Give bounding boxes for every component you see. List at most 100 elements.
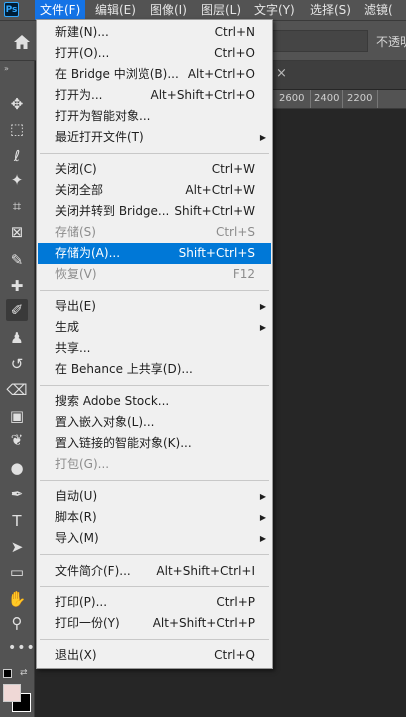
swap-colors-icon[interactable]: ⇄ — [20, 668, 28, 678]
menu-item-label: 在 Bridge 中浏览(B)... — [55, 67, 179, 81]
menu-item-label: 打开为智能对象... — [55, 109, 151, 123]
menu-item-label: 导入(M) — [55, 531, 99, 545]
brush-mode-dropdown[interactable] — [268, 30, 368, 52]
menu-item-save-as[interactable]: 存储为(A)... Shift+Ctrl+S — [38, 243, 271, 264]
menu-layer[interactable]: 图层(L) — [196, 0, 246, 20]
menu-item-label: 存储为(A)... — [55, 246, 121, 260]
menu-item-package: 打包(G)... — [38, 454, 271, 475]
menu-filter[interactable]: 滤镜( — [359, 0, 398, 20]
menu-item-share-on-behance[interactable]: 在 Behance 上共享(D)... — [38, 359, 271, 380]
menu-item-label: 自动(U) — [55, 489, 98, 503]
menu-item-shortcut: Ctrl+W — [211, 162, 255, 176]
menu-item-browse-in-bridge[interactable]: 在 Bridge 中浏览(B)... Alt+Ctrl+O — [38, 64, 271, 85]
menu-item-place-linked[interactable]: 置入链接的智能对象(K)... — [38, 433, 271, 454]
default-colors-icon[interactable] — [3, 669, 12, 678]
menu-item-open-recent[interactable]: 最近打开文件(T) ▶ — [38, 127, 271, 148]
menu-item-shortcut: Alt+Shift+Ctrl+O — [150, 88, 255, 102]
menu-item-label: 打开为... — [55, 88, 103, 102]
menu-item-label: 退出(X) — [55, 648, 97, 662]
gradient-tool-icon[interactable]: ▣ — [6, 405, 28, 427]
menu-item-close-and-go-to-bridge[interactable]: 关闭并转到 Bridge... Shift+Ctrl+W — [38, 201, 271, 222]
hand-tool-icon[interactable]: ✋ — [6, 588, 28, 610]
opacity-label: 不透明 — [376, 35, 406, 49]
menu-item-import[interactable]: 导入(M) ▶ — [38, 528, 271, 549]
menu-item-exit[interactable]: 退出(X) Ctrl+Q — [38, 645, 271, 666]
menu-item-open-as[interactable]: 打开为... Alt+Shift+Ctrl+O — [38, 85, 271, 106]
menu-separator — [40, 639, 269, 640]
blur-tool-icon[interactable]: ❦ — [6, 429, 28, 451]
marquee-tool-icon[interactable]: ⬚ — [6, 118, 28, 140]
menu-item-search-adobe-stock[interactable]: 搜索 Adobe Stock... — [38, 391, 271, 412]
stamp-tool-icon[interactable]: ♟ — [6, 327, 28, 349]
menu-item-label: 新建(N)... — [55, 25, 109, 39]
menu-item-label: 在 Behance 上共享(D)... — [55, 362, 193, 376]
submenu-arrow-icon: ▶ — [259, 133, 266, 142]
menu-item-shortcut: Alt+Ctrl+O — [187, 67, 255, 81]
menu-item-save: 存储(S) Ctrl+S — [38, 222, 271, 243]
tools-panel: » ✥ ⬚ ℓ ✦ ⌗ ⊠ ✎ ✚ ✐ ♟ ↺ ⌫ ▣ ❦ ● ✒ T ➤ ▭ ✋ ⚲ — [0, 61, 35, 717]
menu-item-shortcut: Alt+Ctrl+W — [185, 183, 255, 197]
menu-edit[interactable]: 编辑(E) — [90, 0, 141, 20]
close-tab-icon[interactable]: × — [276, 66, 287, 81]
ruler-tick — [377, 90, 378, 108]
brush-tool-icon[interactable]: ✐ — [6, 299, 28, 321]
menu-item-close[interactable]: 关闭(C) Ctrl+W — [38, 159, 271, 180]
menu-item-shortcut: Ctrl+O — [214, 46, 255, 60]
menu-item-generate[interactable]: 生成 ▶ — [38, 317, 271, 338]
pen-tool-icon[interactable]: ✒ — [6, 483, 28, 505]
menu-item-label: 搜索 Adobe Stock... — [55, 394, 170, 408]
menu-item-open[interactable]: 打开(O)... Ctrl+O — [38, 43, 271, 64]
photoshop-logo: Ps — [4, 2, 19, 17]
menu-type[interactable]: 文字(Y) — [249, 0, 300, 20]
menu-item-new[interactable]: 新建(N)... Ctrl+N — [38, 22, 271, 43]
menu-item-label: 最近打开文件(T) — [55, 130, 144, 144]
menu-item-label: 存储(S) — [55, 225, 96, 239]
menu-item-label: 生成 — [55, 320, 80, 334]
menu-item-scripts[interactable]: 脚本(R) ▶ — [38, 507, 271, 528]
history-brush-tool-icon[interactable]: ↺ — [6, 353, 28, 375]
foreground-color-swatch[interactable] — [3, 684, 21, 702]
submenu-arrow-icon: ▶ — [259, 534, 266, 543]
menu-file[interactable]: 文件(F) — [35, 0, 86, 20]
dodge-tool-icon[interactable]: ● — [6, 457, 28, 479]
zoom-tool-icon[interactable]: ⚲ — [6, 612, 28, 634]
menu-separator — [40, 480, 269, 481]
menu-image[interactable]: 图像(I) — [145, 0, 192, 20]
move-tool-icon[interactable]: ✥ — [6, 93, 28, 115]
collapse-panel-icon[interactable]: » — [4, 64, 9, 73]
menu-item-label: 置入链接的智能对象(K)... — [55, 436, 192, 450]
home-icon[interactable] — [13, 34, 31, 50]
menu-item-print[interactable]: 打印(P)... Ctrl+P — [38, 592, 271, 613]
menu-item-label: 打印(P)... — [55, 595, 108, 609]
path-selection-tool-icon[interactable]: ➤ — [6, 536, 28, 558]
menu-select[interactable]: 选择(S) — [305, 0, 356, 20]
menu-item-close-all[interactable]: 关闭全部 Alt+Ctrl+W — [38, 180, 271, 201]
eraser-tool-icon[interactable]: ⌫ — [6, 379, 28, 401]
horizontal-ruler: 2600 2400 2200 — [272, 90, 406, 109]
frame-tool-icon[interactable]: ⊠ — [6, 221, 28, 243]
menu-bar: Ps 文件(F) 编辑(E) 图像(I) 图层(L) 文字(Y) 选择(S) 滤… — [0, 0, 406, 21]
menu-item-print-one-copy[interactable]: 打印一份(Y) Alt+Shift+Ctrl+P — [38, 613, 271, 634]
menu-item-shortcut: Shift+Ctrl+S — [178, 246, 255, 260]
crop-tool-icon[interactable]: ⌗ — [6, 195, 28, 217]
menu-item-label: 脚本(R) — [55, 510, 97, 524]
menu-item-file-info[interactable]: 文件简介(F)... Alt+Shift+Ctrl+I — [38, 561, 271, 582]
rectangle-tool-icon[interactable]: ▭ — [6, 561, 28, 583]
more-tools-icon[interactable]: ••• — [8, 640, 36, 656]
menu-item-place-embedded[interactable]: 置入嵌入对象(L)... — [38, 412, 271, 433]
healing-brush-tool-icon[interactable]: ✚ — [6, 275, 28, 297]
menu-item-automate[interactable]: 自动(U) ▶ — [38, 486, 271, 507]
menu-item-export[interactable]: 导出(E) ▶ — [38, 296, 271, 317]
menu-item-shortcut: Ctrl+P — [216, 595, 255, 609]
magic-wand-tool-icon[interactable]: ✦ — [6, 169, 28, 191]
menu-separator — [40, 290, 269, 291]
menu-item-label: 打开(O)... — [55, 46, 110, 60]
menu-item-share[interactable]: 共享... — [38, 338, 271, 359]
menu-item-open-as-smart-object[interactable]: 打开为智能对象... — [38, 106, 271, 127]
type-tool-icon[interactable]: T — [6, 510, 28, 532]
ruler-label: 2600 — [279, 93, 305, 104]
menu-item-shortcut: Alt+Shift+Ctrl+I — [156, 564, 255, 578]
eyedropper-tool-icon[interactable]: ✎ — [6, 249, 28, 271]
lasso-tool-icon[interactable]: ℓ — [6, 145, 28, 167]
menu-separator — [40, 153, 269, 154]
